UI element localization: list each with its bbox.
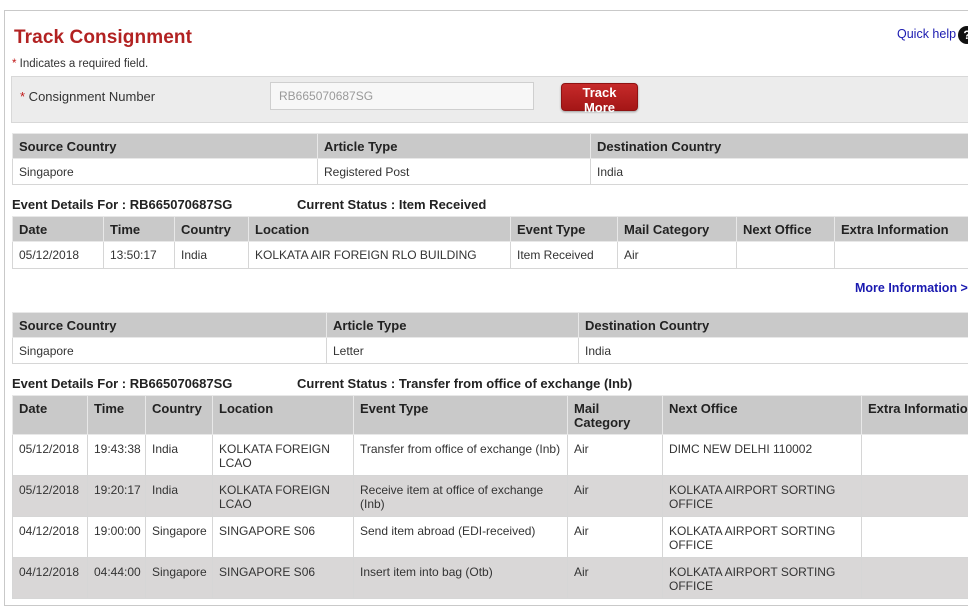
- table-cell: Registered Post: [317, 158, 591, 185]
- column-header: Location: [212, 395, 354, 435]
- table-cell: 19:43:38: [87, 434, 146, 476]
- column-header: Article Type: [317, 133, 591, 159]
- table-cell: Insert item into bag (Otb): [353, 557, 568, 599]
- table-cell: [736, 241, 835, 269]
- consignment-number-label-text: Consignment Number: [25, 89, 156, 104]
- table-cell: Air: [567, 557, 663, 599]
- table-cell: DIMC NEW DELHI 110002: [662, 434, 862, 476]
- column-header: Time: [103, 216, 175, 242]
- table-cell: [861, 557, 968, 599]
- table-cell: 13:50:17: [103, 241, 175, 269]
- table-cell: [861, 475, 968, 517]
- table-row: Singapore Registered Post India: [12, 158, 968, 185]
- table-cell: Singapore: [12, 337, 327, 364]
- track-more-button[interactable]: Track More: [561, 83, 638, 115]
- column-header: Source Country: [12, 133, 318, 159]
- current-status-heading: Current Status : Transfer from office of…: [297, 376, 633, 391]
- table-cell: KOLKATA AIRPORT SORTING OFFICE: [662, 516, 862, 558]
- table-cell: KOLKATA FOREIGN LCAO: [212, 475, 354, 517]
- event-details-table: Date Time Country Location Event Type Ma…: [12, 216, 968, 269]
- table-cell: 19:20:17: [87, 475, 146, 517]
- table-cell: [861, 434, 968, 476]
- table-cell: Air: [567, 516, 663, 558]
- table-cell: SINGAPORE S06: [212, 516, 354, 558]
- column-header: Event Type: [510, 216, 618, 242]
- column-header: Mail Category: [567, 395, 663, 435]
- column-header: Source Country: [12, 312, 327, 338]
- table-cell: 19:00:00: [87, 516, 146, 558]
- table-cell: KOLKATA AIRPORT SORTING OFFICE: [662, 475, 862, 517]
- column-header: Article Type: [326, 312, 579, 338]
- shipment-summary-table: Source Country Article Type Destination …: [12, 133, 968, 185]
- table-cell: Send item abroad (EDI-received): [353, 516, 568, 558]
- column-header: Event Type: [353, 395, 568, 435]
- shipment-summary-table: Source Country Article Type Destination …: [12, 312, 968, 364]
- table-cell: Air: [617, 241, 737, 269]
- event-details-table: Date Time Country Location Event Type Ma…: [12, 395, 968, 599]
- required-note: * Indicates a required field.: [12, 58, 148, 70]
- table-cell: [834, 241, 968, 269]
- table-cell: 04:44:00: [87, 557, 146, 599]
- page-title: Track Consignment: [14, 27, 193, 48]
- table-row: 04/12/2018 04:44:00 Singapore SINGAPORE …: [12, 557, 968, 599]
- column-header: Country: [145, 395, 213, 435]
- column-header: Next Office: [736, 216, 835, 242]
- table-row: 05/12/2018 13:50:17 India KOLKATA AIR FO…: [12, 241, 968, 269]
- table-header-row: Source Country Article Type Destination …: [12, 312, 968, 338]
- table-cell: 05/12/2018: [12, 241, 104, 269]
- quick-help-link[interactable]: Quick help: [897, 27, 956, 41]
- table-row: 04/12/2018 19:00:00 Singapore SINGAPORE …: [12, 516, 968, 558]
- more-information-link[interactable]: More Information >: [855, 281, 968, 295]
- table-cell: 05/12/2018: [12, 434, 88, 476]
- event-details-heading: Event Details For : RB665070687SG: [12, 197, 233, 212]
- table-cell: India: [145, 434, 213, 476]
- table-cell: India: [590, 158, 968, 185]
- table-cell: KOLKATA FOREIGN LCAO: [212, 434, 354, 476]
- table-cell: India: [145, 475, 213, 517]
- table-cell: Air: [567, 475, 663, 517]
- consignment-number-input[interactable]: [270, 82, 534, 110]
- column-header: Mail Category: [617, 216, 737, 242]
- table-row: 05/12/2018 19:43:38 India KOLKATA FOREIG…: [12, 434, 968, 476]
- column-header: Date: [12, 395, 88, 435]
- table-cell: Item Received: [510, 241, 618, 269]
- table-row: Singapore Letter India: [12, 337, 968, 364]
- current-status-heading: Current Status : Item Received: [297, 197, 487, 212]
- table-header-row: Date Time Country Location Event Type Ma…: [12, 216, 968, 242]
- column-header: Destination Country: [578, 312, 968, 338]
- table-cell: India: [174, 241, 249, 269]
- table-cell: Transfer from office of exchange (Inb): [353, 434, 568, 476]
- consignment-number-label: * Consignment Number: [20, 89, 155, 104]
- table-header-row: Date Time Country Location Event Type Ma…: [12, 395, 968, 435]
- event-details-heading: Event Details For : RB665070687SG: [12, 376, 233, 391]
- column-header: Extra Information: [861, 395, 968, 435]
- column-header: Next Office: [662, 395, 862, 435]
- table-cell: 04/12/2018: [12, 516, 88, 558]
- search-form: * Consignment Number Track More: [11, 76, 968, 123]
- column-header: Destination Country: [590, 133, 968, 159]
- required-note-text: Indicates a required field.: [16, 58, 149, 70]
- table-cell: KOLKATA AIR FOREIGN RLO BUILDING: [248, 241, 511, 269]
- table-cell: Receive item at office of exchange (Inb): [353, 475, 568, 517]
- table-cell: Singapore: [145, 516, 213, 558]
- column-header: Extra Information: [834, 216, 968, 242]
- column-header: Time: [87, 395, 146, 435]
- table-cell: India: [578, 337, 968, 364]
- table-cell: 05/12/2018: [12, 475, 88, 517]
- table-cell: [861, 516, 968, 558]
- column-header: Location: [248, 216, 511, 242]
- table-row: 05/12/2018 19:20:17 India KOLKATA FOREIG…: [12, 475, 968, 517]
- table-cell: SINGAPORE S06: [212, 557, 354, 599]
- table-cell: Singapore: [12, 158, 318, 185]
- table-cell: 04/12/2018: [12, 557, 88, 599]
- column-header: Date: [12, 216, 104, 242]
- column-header: Country: [174, 216, 249, 242]
- table-cell: Letter: [326, 337, 579, 364]
- table-header-row: Source Country Article Type Destination …: [12, 133, 968, 159]
- table-cell: KOLKATA AIRPORT SORTING OFFICE: [662, 557, 862, 599]
- table-cell: Singapore: [145, 557, 213, 599]
- table-cell: Air: [567, 434, 663, 476]
